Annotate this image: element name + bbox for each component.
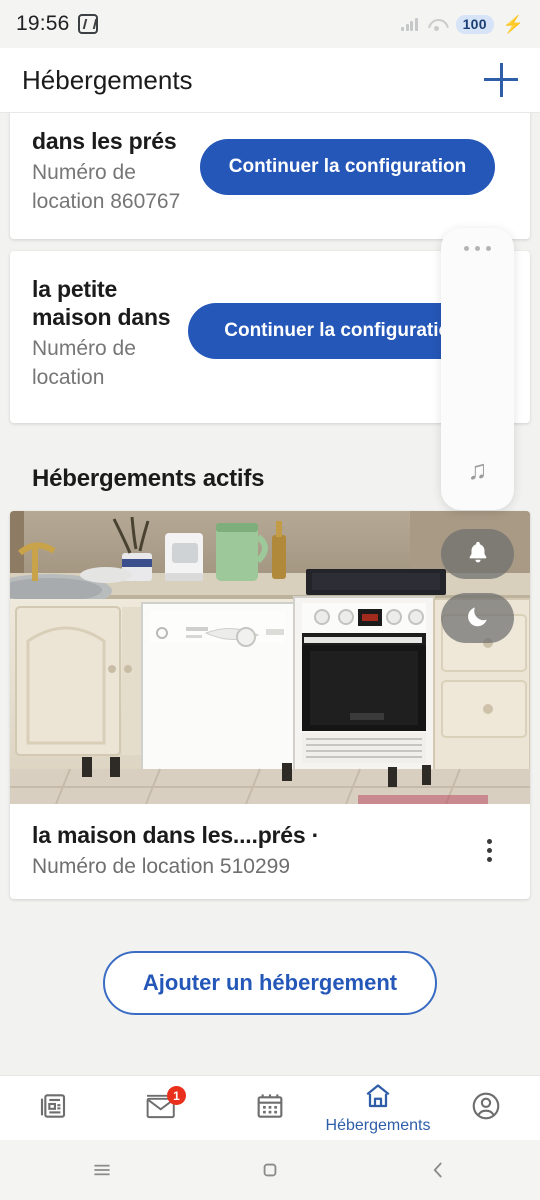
phone-screen: 19:56 100 ⚡ Hébergements dans les prés N… xyxy=(0,0,540,1200)
system-navigation-bar xyxy=(0,1140,540,1200)
app-header: Hébergements xyxy=(0,48,540,113)
bottom-navigation: 1 Hébergements xyxy=(0,1075,540,1140)
setup-card-text: dans les prés Numéro de location 860767 xyxy=(10,127,200,217)
status-bar-left: 19:56 xyxy=(16,12,98,36)
recents-button[interactable] xyxy=(0,1157,204,1183)
edge-panel-overlay[interactable]: ♫ xyxy=(441,228,514,510)
listing-texts: la maison dans les....prés · Numéro de l… xyxy=(32,822,472,879)
nav-item-calendar[interactable] xyxy=(216,1076,324,1140)
nav-item-news[interactable] xyxy=(0,1076,108,1140)
back-button[interactable] xyxy=(336,1157,540,1183)
music-note-icon[interactable]: ♫ xyxy=(467,457,487,484)
add-listing-area: Ajouter un hébergement xyxy=(0,911,540,1016)
setup-card-text: la petite maison dans Numéro de location xyxy=(10,275,188,393)
setup-card[interactable]: dans les prés Numéro de location 860767 … xyxy=(10,113,530,239)
battery-level-badge: 100 xyxy=(455,14,494,34)
signal-bars-icon xyxy=(401,17,418,31)
setup-card-action: Continuer la configuration xyxy=(200,127,530,195)
listing-number: Numéro de location 510299 xyxy=(32,855,291,879)
setup-card-subtitle: Numéro de location 860767 xyxy=(32,161,181,214)
nav-item-listings[interactable]: Hébergements xyxy=(324,1076,432,1140)
status-bar-right: 100 ⚡ xyxy=(401,14,524,34)
kebab-menu-icon[interactable] xyxy=(472,834,506,868)
messages-badge: 1 xyxy=(167,1086,186,1105)
home-icon xyxy=(362,1081,394,1116)
bell-icon-button[interactable] xyxy=(441,529,514,579)
wifi-icon xyxy=(427,17,447,31)
plus-icon[interactable] xyxy=(484,63,518,97)
bell-icon xyxy=(465,538,491,571)
nav-label-listings: Hébergements xyxy=(325,1117,431,1134)
setup-card-subtitle: Numéro de location xyxy=(32,337,136,390)
setup-card-title: dans les prés xyxy=(32,128,177,154)
calendar-icon xyxy=(254,1090,286,1127)
home-button[interactable] xyxy=(204,1157,336,1183)
drag-handle-dots-icon[interactable] xyxy=(464,246,491,251)
page-title: Hébergements xyxy=(22,64,193,95)
setup-card-title: la petite maison dans xyxy=(32,275,171,331)
crescent-moon-icon xyxy=(465,602,491,635)
newspaper-icon xyxy=(38,1090,70,1127)
status-bar-clock: 19:56 xyxy=(16,12,70,35)
nav-item-profile[interactable] xyxy=(432,1076,540,1140)
continue-setup-button[interactable]: Continuer la configuration xyxy=(200,139,495,195)
listing-info: la maison dans les....prés · Numéro de l… xyxy=(10,804,530,899)
moon-icon-button[interactable] xyxy=(441,593,514,643)
listing-name: la maison dans les....prés · xyxy=(32,822,320,849)
person-circle-icon xyxy=(470,1090,502,1127)
nfc-icon xyxy=(77,14,98,34)
status-bar: 19:56 100 ⚡ xyxy=(0,0,540,48)
lightning-bolt-icon: ⚡ xyxy=(502,14,524,34)
add-listing-button[interactable]: Ajouter un hébergement xyxy=(102,951,438,1016)
nav-item-messages[interactable]: 1 xyxy=(108,1076,216,1140)
